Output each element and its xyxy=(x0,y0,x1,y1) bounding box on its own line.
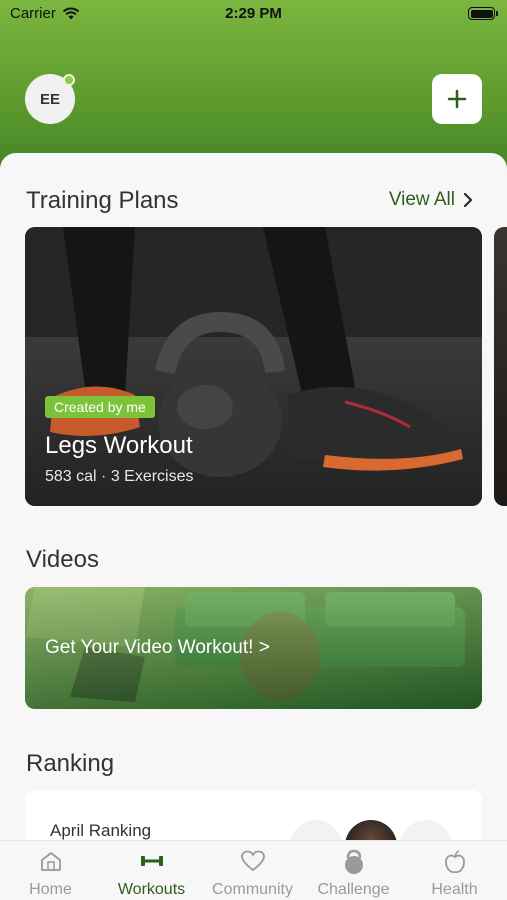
heart-icon xyxy=(240,850,265,872)
video-card-label: Get Your Video Workout! > xyxy=(45,637,270,658)
next-plan-card[interactable] xyxy=(494,227,507,506)
tab-community[interactable]: Community xyxy=(202,841,303,900)
videos-title: Videos xyxy=(26,546,99,573)
main-content: Training Plans View All Created by me Le… xyxy=(0,153,507,853)
chevron-right-icon xyxy=(463,192,473,208)
online-status-dot xyxy=(63,74,75,86)
tab-workouts[interactable]: Workouts xyxy=(101,841,202,900)
status-time: 2:29 PM xyxy=(225,5,282,22)
tab-bar: Home Workouts Community Challenge Health xyxy=(0,840,507,900)
video-workout-card[interactable]: Get Your Video Workout! > xyxy=(25,587,482,709)
battery-icon xyxy=(468,7,498,20)
plan-title: Legs Workout xyxy=(45,432,193,459)
kettlebell-icon xyxy=(344,849,363,874)
tab-challenge-label: Challenge xyxy=(317,881,390,898)
tab-workouts-label: Workouts xyxy=(117,881,186,898)
ranking-card-label: April Ranking xyxy=(50,821,152,840)
plus-icon xyxy=(447,89,467,109)
status-bar: Carrier 2:29 PM xyxy=(0,0,507,28)
tab-community-label: Community xyxy=(212,881,293,898)
tab-challenge[interactable]: Challenge xyxy=(303,841,404,900)
add-button[interactable] xyxy=(432,74,482,124)
tab-home[interactable]: Home xyxy=(0,841,101,900)
avatar[interactable]: EE xyxy=(25,74,75,124)
ranking-title: Ranking xyxy=(26,750,115,777)
training-plan-card[interactable]: Created by me Legs Workout 583 cal · 3 E… xyxy=(25,227,482,506)
tab-home-label: Home xyxy=(29,881,72,898)
home-icon xyxy=(40,852,61,871)
tab-health[interactable]: Health xyxy=(404,841,505,900)
tab-health-label: Health xyxy=(431,881,478,898)
dumbbell-icon xyxy=(140,856,163,866)
view-all-link[interactable]: View All xyxy=(389,189,473,211)
view-all-label: View All xyxy=(388,189,455,210)
apple-icon xyxy=(444,850,465,874)
plan-meta: 583 cal · 3 Exercises xyxy=(45,468,194,485)
avatar-initials: EE xyxy=(39,90,60,108)
created-by-me-badge: Created by me xyxy=(45,396,155,418)
training-plans-title: Training Plans xyxy=(26,187,179,214)
workout-photo xyxy=(25,227,482,506)
